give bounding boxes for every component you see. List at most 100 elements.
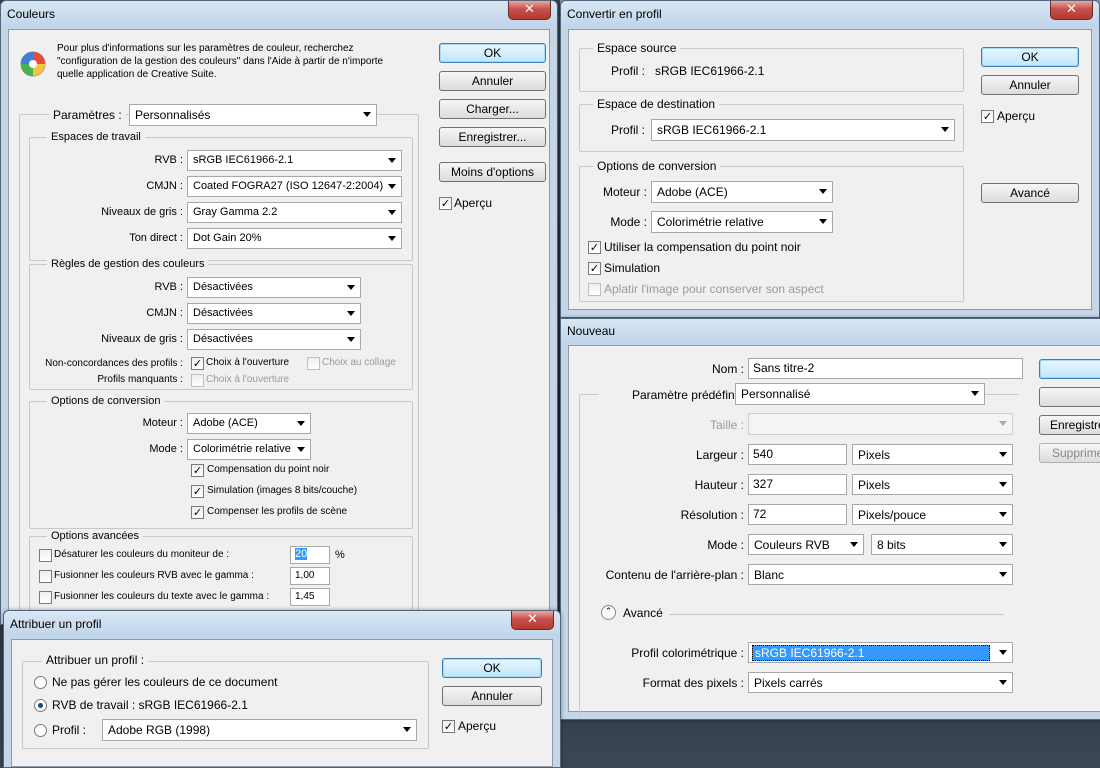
attribuer-client: Attribuer un profil : Ne pas gérer les c… — [11, 639, 553, 767]
convertir-compensation-checkbox[interactable]: ✓ — [588, 241, 601, 254]
espaces-cmjn-select[interactable]: Coated FOGRA27 (ISO 12647-2:2004) — [187, 176, 402, 197]
convertir-mode-select[interactable]: Colorimétrie relative — [651, 211, 833, 233]
convertir-apercu-checkbox[interactable]: ✓ — [981, 110, 994, 123]
resolution-label: Résolution : — [680, 508, 744, 522]
couleurs-apercu-checkbox[interactable]: ✓ — [439, 197, 452, 210]
ne-pas-gerer-radio[interactable] — [34, 676, 47, 689]
desaturer-input[interactable]: 20 — [290, 546, 330, 564]
format-select[interactable]: Pixels carrés — [748, 672, 1013, 693]
rvb-travail-radio[interactable] — [34, 699, 47, 712]
attribuer-titlebar: Attribuer un profil ✕ — [4, 611, 560, 637]
simulation-checkbox[interactable]: ✓ — [191, 485, 204, 498]
attribuer-ok-button[interactable]: OK — [442, 658, 542, 678]
couleurs-ok-button[interactable]: OK — [439, 43, 546, 63]
couleurs-annuler-button[interactable]: Annuler — [439, 71, 546, 91]
regles-rvb-label: RVB : — [154, 281, 183, 293]
source-profil-value: sRGB IEC61966-2.1 — [655, 64, 765, 78]
largeur-unit-select[interactable]: Pixels — [852, 444, 1013, 465]
aplatir-checkbox[interactable] — [588, 283, 601, 296]
convertir-apercu-label: Aperçu — [997, 109, 1036, 123]
desaturer-checkbox[interactable] — [39, 549, 52, 562]
convertir-close-button[interactable]: ✕ — [1050, 1, 1093, 20]
couleurs-apercu-label: Aperçu — [454, 196, 493, 210]
convertir-avance-button[interactable]: Avancé — [981, 183, 1079, 203]
fond-label: Contenu de l'arrière-plan : — [605, 568, 744, 582]
nouveau-supprimer-button[interactable]: Supprime — [1039, 443, 1100, 463]
nouveau-enregistrer-button[interactable]: Enregistre — [1039, 415, 1100, 435]
espaces-travail-title: Espaces de travail — [47, 131, 145, 143]
attribuer-profil-label: Profil : — [52, 723, 87, 737]
attribuer-profil-select[interactable]: Adobe RGB (1998) — [102, 719, 417, 741]
bits-select[interactable]: 8 bits — [871, 534, 1013, 555]
convertir-annuler-button[interactable]: Annuler — [981, 75, 1079, 95]
manquants-choix-label: Choix à l'ouverture — [206, 374, 290, 385]
couleurs-moins-options-button[interactable]: Moins d'options — [439, 162, 546, 182]
espaces-direct-select[interactable]: Dot Gain 20% — [187, 228, 402, 249]
compensation-label: Compensation du point noir — [207, 464, 330, 475]
fusion-rvb-checkbox[interactable] — [39, 570, 52, 583]
avance-divider — [669, 614, 1004, 615]
hauteur-input[interactable]: 327 — [748, 474, 847, 495]
convertir-moteur-select[interactable]: Adobe (ACE) — [651, 181, 833, 203]
couleurs-moteur-select[interactable]: Adobe (ACE) — [187, 413, 311, 434]
compenser-scene-checkbox[interactable]: ✓ — [191, 506, 204, 519]
attribuer-dialog: Attribuer un profil ✕ Attribuer un profi… — [3, 610, 561, 768]
compenser-scene-label: Compenser les profils de scène — [207, 506, 348, 517]
couleurs-titlebar: Couleurs ✕ — [1, 1, 557, 27]
dest-profil-select[interactable]: sRGB IEC61966-2.1 — [651, 119, 955, 141]
couleurs-charger-button[interactable]: Charger... — [439, 99, 546, 119]
preset-select[interactable]: Personnalisé — [735, 383, 985, 405]
regles-manquants-label: Profils manquants : — [97, 374, 183, 385]
couleurs-enregistrer-button[interactable]: Enregistrer... — [439, 127, 546, 147]
espaces-gris-select[interactable]: Gray Gamma 2.2 — [187, 202, 402, 223]
largeur-input[interactable]: 540 — [748, 444, 847, 465]
choix-ouverture-checkbox[interactable]: ✓ — [191, 357, 204, 370]
source-title: Espace source — [593, 41, 681, 55]
format-label: Format des pixels : — [642, 676, 744, 690]
convertir-ok-button[interactable]: OK — [981, 47, 1079, 67]
nom-label: Nom : — [711, 362, 744, 376]
convertir-simulation-checkbox[interactable]: ✓ — [588, 262, 601, 275]
nom-input[interactable]: Sans titre-2 — [748, 358, 1023, 379]
dest-profil-label: Profil : — [611, 123, 646, 137]
profil-radio[interactable] — [34, 724, 47, 737]
resolution-input[interactable]: 72 — [748, 504, 847, 525]
profil-select[interactable]: sRGB IEC61966-2.1 — [748, 642, 1013, 663]
taille-label: Taille : — [709, 418, 744, 432]
nouveau-ok-button[interactable] — [1039, 359, 1100, 379]
resolution-unit-select[interactable]: Pixels/pouce — [852, 504, 1013, 525]
parametres-select[interactable]: Personnalisés — [129, 104, 377, 126]
compensation-checkbox[interactable]: ✓ — [191, 464, 204, 477]
attribuer-close-button[interactable]: ✕ — [511, 611, 554, 630]
fond-select[interactable]: Blanc — [748, 564, 1013, 585]
manquants-choix-checkbox[interactable] — [191, 374, 204, 387]
couleurs-title: Couleurs — [7, 7, 56, 21]
couleurs-mode-label: Mode : — [149, 443, 183, 455]
espaces-rvb-label: RVB : — [154, 154, 183, 166]
regles-cmjn-select[interactable]: Désactivées — [187, 303, 361, 324]
choix-ouverture-label: Choix à l'ouverture — [206, 357, 290, 368]
attribuer-apercu-label: Aperçu — [458, 719, 497, 733]
fusion-rvb-input[interactable]: 1,00 — [290, 567, 330, 585]
nouveau-annuler-button[interactable] — [1039, 387, 1100, 407]
largeur-label: Largeur : — [695, 448, 744, 462]
taille-select[interactable] — [748, 413, 1013, 435]
couleurs-close-button[interactable]: ✕ — [508, 1, 551, 20]
choix-collage-checkbox[interactable] — [307, 357, 320, 370]
couleurs-dialog: Couleurs ✕ Pour plus d'informations sur … — [0, 0, 558, 625]
attribuer-annuler-button[interactable]: Annuler — [442, 686, 542, 706]
espaces-rvb-select[interactable]: sRGB IEC61966-2.1 — [187, 150, 402, 171]
attribuer-apercu-checkbox[interactable]: ✓ — [442, 720, 455, 733]
couleurs-mode-select[interactable]: Colorimétrie relative — [187, 439, 311, 460]
regles-gris-label: Niveaux de gris : — [101, 333, 183, 345]
mode-select[interactable]: Couleurs RVB — [748, 534, 864, 555]
fusion-texte-input[interactable]: 1,45 — [290, 588, 330, 606]
avance-expander-icon[interactable]: ⌃ — [601, 605, 616, 620]
hauteur-unit-select[interactable]: Pixels — [852, 474, 1013, 495]
espaces-gris-label: Niveaux de gris : — [101, 206, 183, 218]
regles-rvb-select[interactable]: Désactivées — [187, 277, 361, 298]
regles-gris-select[interactable]: Désactivées — [187, 329, 361, 350]
espaces-direct-label: Ton direct : — [129, 232, 183, 244]
fusion-texte-checkbox[interactable] — [39, 591, 52, 604]
color-wheel-icon — [19, 50, 47, 78]
